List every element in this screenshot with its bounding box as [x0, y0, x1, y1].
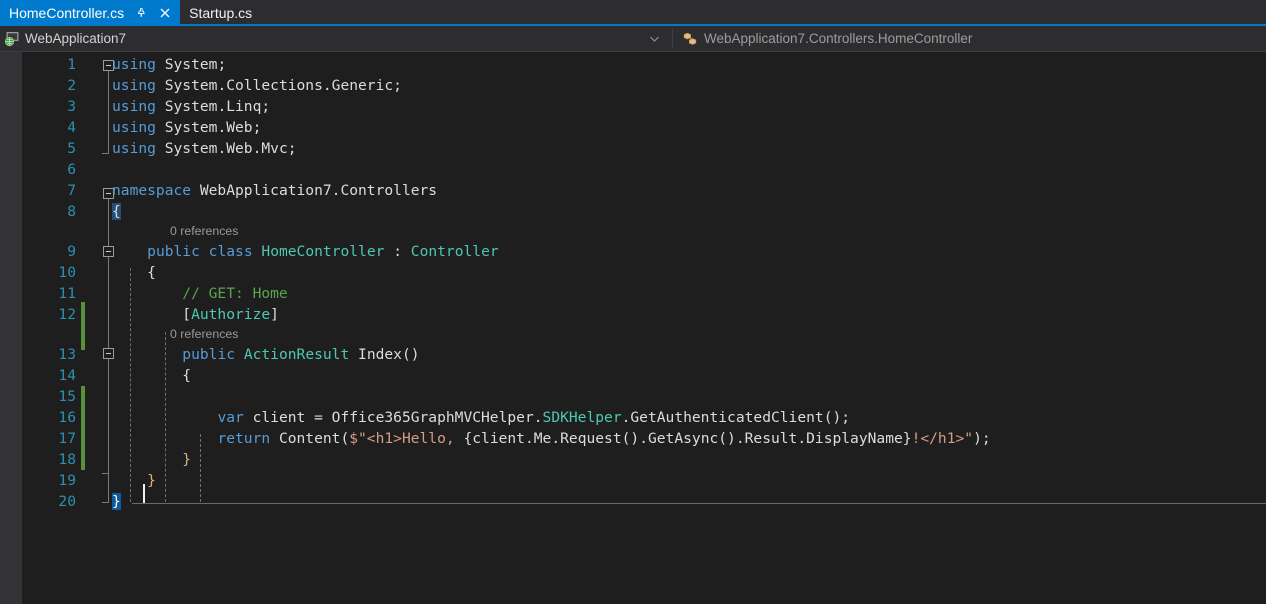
line-content: {	[112, 262, 156, 283]
code-line[interactable]: 2 using System.Collections.Generic;	[22, 75, 1266, 96]
line-number: 5	[22, 138, 76, 159]
line-content: // GET: Home	[112, 283, 288, 304]
code-line[interactable]: 13 public ActionResult Index()	[22, 344, 1266, 365]
line-number: 17	[22, 428, 76, 449]
line-number: 10	[22, 262, 76, 283]
line-content: }	[112, 470, 156, 491]
line-content: [Authorize]	[112, 304, 279, 325]
line-content: using System.Collections.Generic;	[112, 75, 402, 96]
line-number: 2	[22, 75, 76, 96]
chevron-down-icon[interactable]	[650, 26, 659, 51]
line-content: {	[112, 365, 191, 386]
line-number: 1	[22, 54, 76, 75]
code-line[interactable]: 14 {	[22, 365, 1266, 386]
line-number: 15	[22, 386, 76, 407]
code-line[interactable]: 1 using System;	[22, 54, 1266, 75]
code-line[interactable]: 7 namespace WebApplication7.Controllers	[22, 180, 1266, 201]
line-number: 3	[22, 96, 76, 117]
line-number: 6	[22, 159, 76, 180]
code-line[interactable]: 20}	[22, 491, 1266, 512]
line-content: namespace WebApplication7.Controllers	[112, 180, 437, 201]
codelens-references[interactable]: 0 references	[170, 325, 238, 344]
close-icon[interactable]	[157, 6, 172, 21]
code-line[interactable]: 9 public class HomeController : Controll…	[22, 241, 1266, 262]
codelens-references[interactable]: 0 references	[170, 222, 238, 241]
line-number: 7	[22, 180, 76, 201]
codelens-row[interactable]: 0 references	[22, 325, 1266, 344]
line-content: using System.Web.Mvc;	[112, 138, 297, 159]
code-line[interactable]: 11 // GET: Home	[22, 283, 1266, 304]
tab-label: Startup.cs	[189, 6, 252, 20]
code-line[interactable]: 3 using System.Linq;	[22, 96, 1266, 117]
code-line[interactable]: 5 using System.Web.Mvc;	[22, 138, 1266, 159]
code-line[interactable]: 16 var client = Office365GraphMVCHelper.…	[22, 407, 1266, 428]
code-line[interactable]: 8{	[22, 201, 1266, 222]
line-content: using System.Web;	[112, 117, 261, 138]
line-content: return Content($"<h1>Hello, {client.Me.R…	[112, 428, 991, 449]
line-content: }	[112, 449, 191, 470]
editor-surface[interactable]: 1 using System; 2 using System.Collections…	[22, 52, 1266, 604]
tab-startup[interactable]: Startup.cs	[180, 0, 260, 26]
code-line[interactable]: 15	[22, 386, 1266, 407]
line-number: 19	[22, 470, 76, 491]
code-line[interactable]: 19 }	[22, 470, 1266, 491]
line-content: public class HomeController : Controller	[112, 241, 499, 262]
line-number: 18	[22, 449, 76, 470]
code-editor[interactable]: 1 using System; 2 using System.Collections…	[0, 52, 1266, 604]
code-line[interactable]: 17 return Content($"<h1>Hello, {client.M…	[22, 428, 1266, 449]
project-name: WebApplication7	[25, 31, 126, 46]
line-number: 9	[22, 241, 76, 262]
code-line[interactable]: 6	[22, 159, 1266, 180]
line-content: using System;	[112, 54, 226, 75]
line-content: public ActionResult Index()	[112, 344, 420, 365]
web-project-icon	[4, 31, 20, 47]
project-selector[interactable]: WebApplication7	[0, 26, 672, 51]
code-line[interactable]: 12 [Authorize]	[22, 304, 1266, 325]
tab-homecontroller[interactable]: HomeController.cs	[0, 0, 180, 26]
line-number: 14	[22, 365, 76, 386]
code-lines[interactable]: 1 using System; 2 using System.Collections…	[22, 52, 1266, 512]
line-number: 20	[22, 491, 76, 512]
editor-tab-strip: HomeController.cs Startup.cs	[0, 0, 1266, 26]
code-line[interactable]: 10 {	[22, 262, 1266, 283]
indicator-margin[interactable]	[0, 52, 22, 604]
line-number: 11	[22, 283, 76, 304]
line-number: 16	[22, 407, 76, 428]
line-content: {	[112, 201, 121, 222]
code-line[interactable]: 4 using System.Web;	[22, 117, 1266, 138]
line-content: }	[112, 491, 121, 512]
line-number: 4	[22, 117, 76, 138]
navigation-bar: WebApplication7 WebApplication7.Controll…	[0, 26, 1266, 52]
codelens-row[interactable]: 0 references	[22, 222, 1266, 241]
pin-icon[interactable]	[133, 6, 148, 21]
line-number: 12	[22, 304, 76, 325]
line-content: var client = Office365GraphMVCHelper.SDK…	[112, 407, 850, 428]
line-number: 8	[22, 201, 76, 222]
text-cursor	[143, 484, 145, 503]
class-icon	[682, 31, 698, 47]
line-content: using System.Linq;	[112, 96, 270, 117]
code-line[interactable]: 18 }	[22, 449, 1266, 470]
member-name: WebApplication7.Controllers.HomeControll…	[704, 31, 972, 46]
member-selector[interactable]: WebApplication7.Controllers.HomeControll…	[673, 26, 1266, 51]
line-number: 13	[22, 344, 76, 365]
tab-label: HomeController.cs	[9, 6, 124, 20]
